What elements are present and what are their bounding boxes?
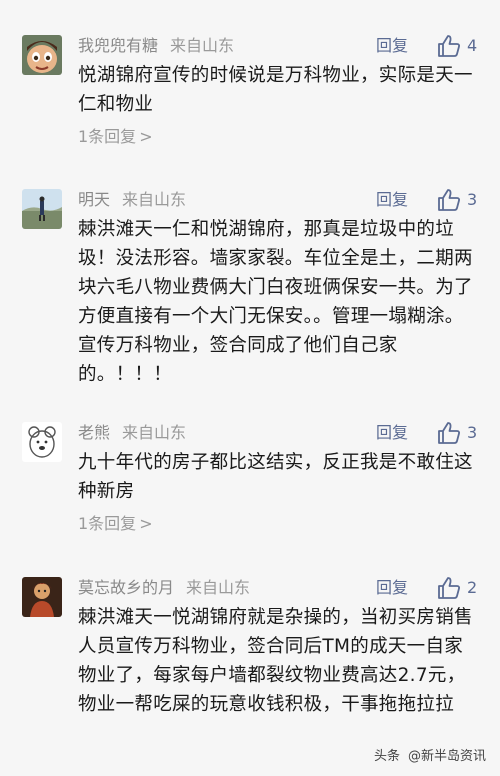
like-count: 4 xyxy=(467,36,478,55)
location-label: 来自山东 xyxy=(170,36,235,55)
thumbs-up-icon[interactable] xyxy=(436,33,462,59)
comment-text: 棘洪滩天一悦湖锦府就是杂操的，当初买房销售人员宣传万科物业，签合同后TM的成天一… xyxy=(78,607,473,715)
comment-text: 悦湖锦府宣传的时候说是万科物业，实际是天一仁和物业 xyxy=(78,65,473,115)
comment-meta: 莫忘故乡的月 来自山东 xyxy=(78,577,250,599)
avatar[interactable] xyxy=(22,189,62,229)
avatar[interactable] xyxy=(22,422,62,462)
comment-text: 棘洪滩天一仁和悦湖锦府，那真是垃圾中的垃圾！没法形容。墙家家裂。车位全是土，二期… xyxy=(78,219,473,385)
reply-button[interactable]: 回复 xyxy=(376,577,408,599)
thumbs-up-icon[interactable] xyxy=(436,575,462,601)
thumbs-up-icon[interactable] xyxy=(436,420,462,446)
account-label: @新半岛资讯 xyxy=(407,749,486,764)
chevron-right-icon: > xyxy=(139,127,153,146)
author-name[interactable]: 我兜兜有糖 xyxy=(78,36,158,55)
comment-meta: 老熊 来自山东 xyxy=(78,422,186,444)
reply-button[interactable]: 回复 xyxy=(376,35,408,57)
avatar[interactable] xyxy=(22,577,62,617)
author-name[interactable]: 莫忘故乡的月 xyxy=(78,578,174,597)
comment-text: 九十年代的房子都比这结实，反正我是不敢住这种新房 xyxy=(78,452,473,502)
source-watermark: 头条 @新半岛资讯 xyxy=(374,745,486,764)
reply-button[interactable]: 回复 xyxy=(376,422,408,444)
location-label: 来自山东 xyxy=(186,578,251,597)
view-replies-link[interactable]: 1条回复 > xyxy=(78,513,153,535)
comment-meta: 明天 来自山东 xyxy=(78,189,186,211)
location-label: 来自山东 xyxy=(122,423,187,442)
reply-count-label: 1条回复 xyxy=(78,127,137,146)
brand-label: 头条 xyxy=(373,749,400,764)
chevron-right-icon: > xyxy=(139,514,153,533)
view-replies-link[interactable]: 1条回复 > xyxy=(78,126,153,148)
reply-count-label: 1条回复 xyxy=(78,514,137,533)
like-count: 3 xyxy=(467,423,478,442)
author-name[interactable]: 老熊 xyxy=(78,423,110,442)
like-count: 2 xyxy=(467,578,478,597)
author-name[interactable]: 明天 xyxy=(78,190,110,209)
like-count: 3 xyxy=(467,190,478,209)
comment-meta: 我兜兜有糖 来自山东 xyxy=(78,35,234,57)
avatar[interactable] xyxy=(22,35,62,75)
reply-button[interactable]: 回复 xyxy=(376,189,408,211)
location-label: 来自山东 xyxy=(122,190,187,209)
thumbs-up-icon[interactable] xyxy=(436,187,462,213)
